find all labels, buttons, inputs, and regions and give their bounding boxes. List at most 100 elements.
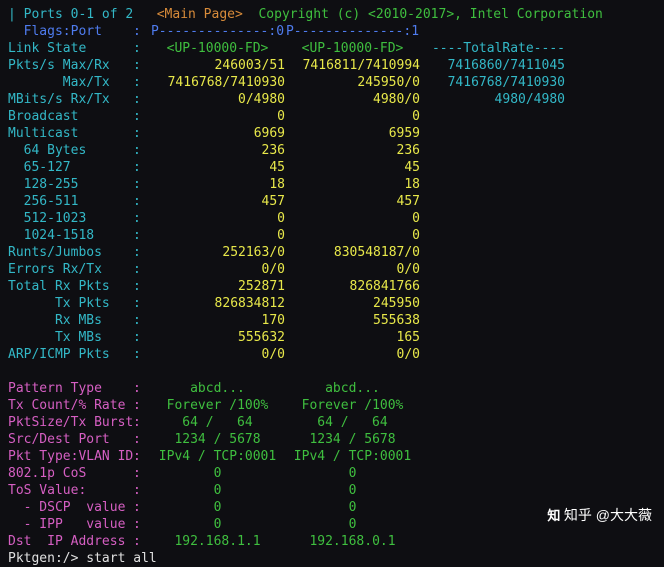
- stat-row: 1024-1518:00: [8, 227, 656, 244]
- port0-value: 0: [150, 108, 285, 125]
- port1-value: 45: [285, 159, 420, 176]
- port0-value: 7416768/7410930: [150, 74, 285, 91]
- port1-value: 0: [285, 516, 420, 533]
- port1-value: 4980/0: [285, 91, 420, 108]
- copyright-text: Copyright (c) <2010-2017>, Intel Corpora…: [258, 7, 602, 22]
- port1-value: 0: [285, 499, 420, 516]
- flags-port0: P--------------:0: [150, 23, 285, 40]
- stat-row: Tx Count/% Rate:Forever /100%Forever /10…: [8, 397, 656, 414]
- row-label: Multicast: [8, 125, 133, 142]
- port0-value: 0: [150, 210, 285, 227]
- main-page: <Main Page>: [157, 7, 243, 22]
- port1-value: 830548187/0: [285, 244, 420, 261]
- port0-value: 0/0: [150, 261, 285, 278]
- port0-value: 6969: [150, 125, 285, 142]
- port0-value: 555632: [150, 329, 285, 346]
- row-label: Total Rx Pkts: [8, 278, 133, 295]
- prompt-row[interactable]: Pktgen:/> start all: [8, 550, 656, 567]
- stat-row: Pattern Type:abcd...abcd...: [8, 380, 656, 397]
- port0-value: 826834812: [150, 295, 285, 312]
- row-label: Pattern Type: [8, 380, 133, 397]
- port1-value: 245950: [285, 295, 420, 312]
- row-label: MBits/s Rx/Tx: [8, 91, 133, 108]
- port1-value: Forever /100%: [285, 397, 420, 414]
- row-label: Tx MBs: [8, 329, 133, 346]
- row-label: PktSize/Tx Burst: [8, 414, 133, 431]
- stat-row: Max/Tx:7416768/7410930245950/07416768/74…: [8, 74, 656, 91]
- port0-value: 0/0: [150, 346, 285, 363]
- stat-row: Tx MBs:555632165: [8, 329, 656, 346]
- total-value: ----TotalRate----: [420, 40, 565, 57]
- row-label: 65-127: [8, 159, 133, 176]
- flags-row: Flags:Port : P--------------:0 P--------…: [8, 23, 656, 40]
- port1-value: 0: [285, 227, 420, 244]
- flags-label: Flags:Port: [8, 23, 133, 40]
- port1-value: 826841766: [285, 278, 420, 295]
- port1-value: 1234 / 5678: [285, 431, 420, 448]
- stat-row: 128-255:1818: [8, 176, 656, 193]
- stat-row: Broadcast:00: [8, 108, 656, 125]
- port0-value: 0/4980: [150, 91, 285, 108]
- stat-row: 802.1p CoS:00: [8, 465, 656, 482]
- port1-value: 457: [285, 193, 420, 210]
- port0-value: 246003/51: [150, 57, 285, 74]
- row-label: Runts/Jumbos: [8, 244, 133, 261]
- flags-port1: P--------------:1: [285, 23, 420, 40]
- row-label: 256-511: [8, 193, 133, 210]
- stat-row: 64 Bytes:236236: [8, 142, 656, 159]
- port0-value: 1234 / 5678: [150, 431, 285, 448]
- stats-block: Link State:<UP-10000-FD><UP-10000-FD>---…: [8, 40, 656, 363]
- port1-value: 236: [285, 142, 420, 159]
- port0-value: 457: [150, 193, 285, 210]
- port0-value: 252871: [150, 278, 285, 295]
- row-label: 512-1023: [8, 210, 133, 227]
- row-label: ToS Value:: [8, 482, 133, 499]
- config-block: Pattern Type:abcd...abcd...Tx Count/% Ra…: [8, 380, 656, 550]
- stat-row: Pkt Type:VLAN ID:IPv4 / TCP:0001IPv4 / T…: [8, 448, 656, 465]
- port0-value: 0: [150, 227, 285, 244]
- stat-row: Src/Dest Port:1234 / 56781234 / 5678: [8, 431, 656, 448]
- port1-value: 64 / 64: [285, 414, 420, 431]
- row-label: 128-255: [8, 176, 133, 193]
- port1-value: 245950/0: [285, 74, 420, 91]
- stat-row: Link State:<UP-10000-FD><UP-10000-FD>---…: [8, 40, 656, 57]
- row-label: ARP/ICMP Pkts: [8, 346, 133, 363]
- port1-value: 6959: [285, 125, 420, 142]
- port1-value: abcd...: [285, 380, 420, 397]
- port1-value: 0: [285, 482, 420, 499]
- stat-row: MBits/s Rx/Tx:0/49804980/04980/4980: [8, 91, 656, 108]
- port1-value: 0/0: [285, 346, 420, 363]
- port0-value: abcd...: [150, 380, 285, 397]
- row-label: - IPP value: [8, 516, 133, 533]
- port0-value: 0: [150, 482, 285, 499]
- stat-row: Dst IP Address:192.168.1.1192.168.0.1: [8, 533, 656, 550]
- stat-row: Multicast:69696959: [8, 125, 656, 142]
- port1-value: 0/0: [285, 261, 420, 278]
- stat-row: Runts/Jumbos:252163/0830548187/0: [8, 244, 656, 261]
- port0-value: 0: [150, 465, 285, 482]
- total-value: 4980/4980: [420, 91, 565, 108]
- port1-value: IPv4 / TCP:0001: [285, 448, 420, 465]
- row-label: Max/Tx: [8, 74, 133, 91]
- port1-value: 0: [285, 210, 420, 227]
- port0-value: 0: [150, 516, 285, 533]
- row-label: Pkt Type:VLAN ID: [8, 448, 133, 465]
- stat-row: Total Rx Pkts:252871826841766: [8, 278, 656, 295]
- header-row: | Ports 0-1 of 2 <Main Page> Copyright (…: [8, 6, 656, 23]
- stat-row: Tx Pkts:826834812245950: [8, 295, 656, 312]
- row-label: Broadcast: [8, 108, 133, 125]
- port0-value: 64 / 64: [150, 414, 285, 431]
- total-value: 7416860/7411045: [420, 57, 565, 74]
- row-label: Pkts/s Max/Rx: [8, 57, 133, 74]
- port0-value: 0: [150, 499, 285, 516]
- row-label: Errors Rx/Tx: [8, 261, 133, 278]
- stat-row: Rx MBs:170555638: [8, 312, 656, 329]
- row-label: Src/Dest Port: [8, 431, 133, 448]
- row-label: Tx Count/% Rate: [8, 397, 133, 414]
- row-label: Dst IP Address: [8, 533, 133, 550]
- stat-row: 512-1023:00: [8, 210, 656, 227]
- ports-label: Ports 0-1 of 2: [24, 7, 134, 22]
- prompt-label: Pktgen:/>: [8, 551, 78, 566]
- port0-value: 192.168.1.1: [150, 533, 285, 550]
- port0-value: 18: [150, 176, 285, 193]
